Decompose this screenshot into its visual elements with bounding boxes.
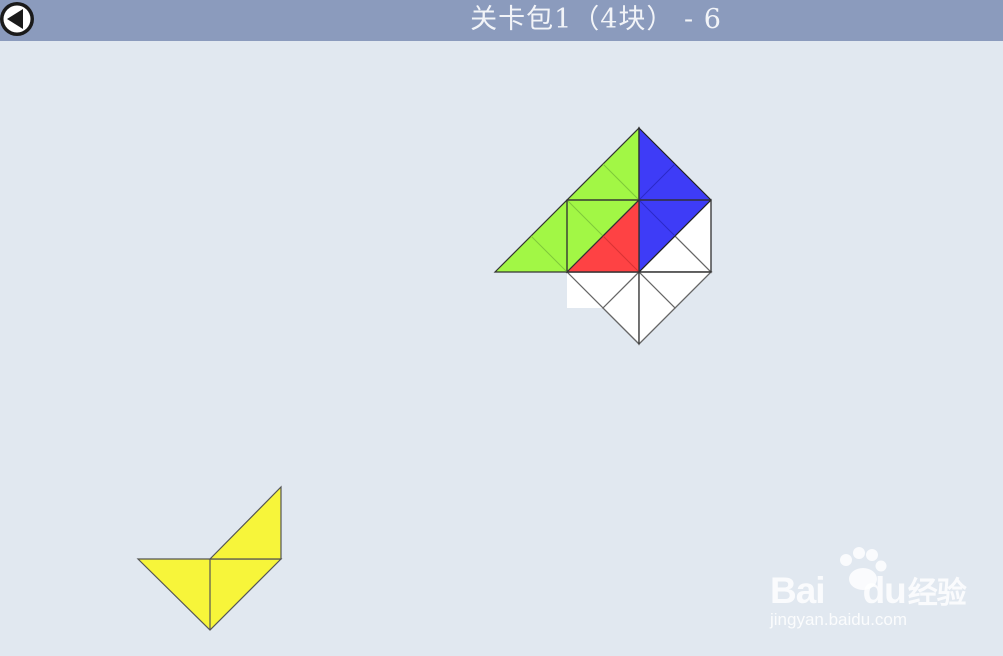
puzzle-board [136,126,713,631]
yellow-piece[interactable] [136,485,283,631]
game-screen: 关卡包1（4块） - 6 Bai du经验 jingyan.baidu.com [0,0,1003,656]
